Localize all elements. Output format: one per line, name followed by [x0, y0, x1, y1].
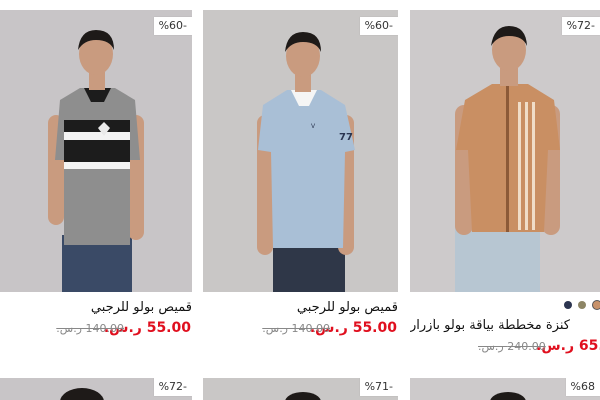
discount-badge: %60- — [359, 17, 398, 35]
product-card-6[interactable]: %68 — [410, 378, 600, 400]
model-figure-1 — [48, 30, 144, 292]
product-image-6[interactable]: %68 — [410, 378, 600, 400]
product-image-4[interactable]: %72- — [0, 378, 192, 400]
svg-text:77: 77 — [339, 132, 353, 143]
product-image-5[interactable]: %71- — [203, 378, 398, 400]
product-card-1[interactable]: %60- قميص بولو للرجبي 55.00 ر.س. 140.00 … — [0, 0, 192, 370]
product-card-3[interactable]: %72- كنزة مخططة بياقة بولو بأزرار 65.00 … — [410, 0, 600, 370]
color-swatch-2[interactable] — [578, 301, 586, 309]
discount-badge: %72- — [561, 17, 600, 35]
product-image-1[interactable]: %60- — [0, 10, 192, 292]
discount-badge: %60- — [153, 17, 192, 35]
discount-badge: %71- — [359, 378, 398, 396]
product-card-4[interactable]: %72- — [0, 378, 192, 400]
product-card-2[interactable]: V 77 %60- قميص بولو للرجبي 55.00 ر.س. 14… — [203, 0, 398, 370]
color-swatch-3[interactable] — [564, 301, 572, 309]
product-title[interactable]: كنزة مخططة بياقة بولو بأزرار — [410, 318, 600, 333]
discount-badge: %72- — [153, 378, 192, 396]
product-title[interactable]: قميص بولو للرجبي — [205, 300, 398, 315]
color-swatch-1[interactable] — [592, 300, 600, 310]
discount-badge: %68 — [565, 378, 600, 396]
product-title[interactable]: قميص بولو للرجبي — [2, 300, 192, 315]
model-figure-3 — [455, 26, 560, 292]
product-old-price: 140.00 ر.س. — [262, 322, 330, 335]
product-old-price: 240.00 ر.س. — [478, 340, 546, 353]
product-image-3[interactable]: %72- — [410, 10, 600, 292]
product-card-5[interactable]: %71- — [203, 378, 398, 400]
product-old-price: 140.00 ر.س. — [56, 322, 124, 335]
model-figure-2: V 77 — [257, 32, 355, 292]
product-image-2[interactable]: V 77 %60- — [203, 10, 398, 292]
